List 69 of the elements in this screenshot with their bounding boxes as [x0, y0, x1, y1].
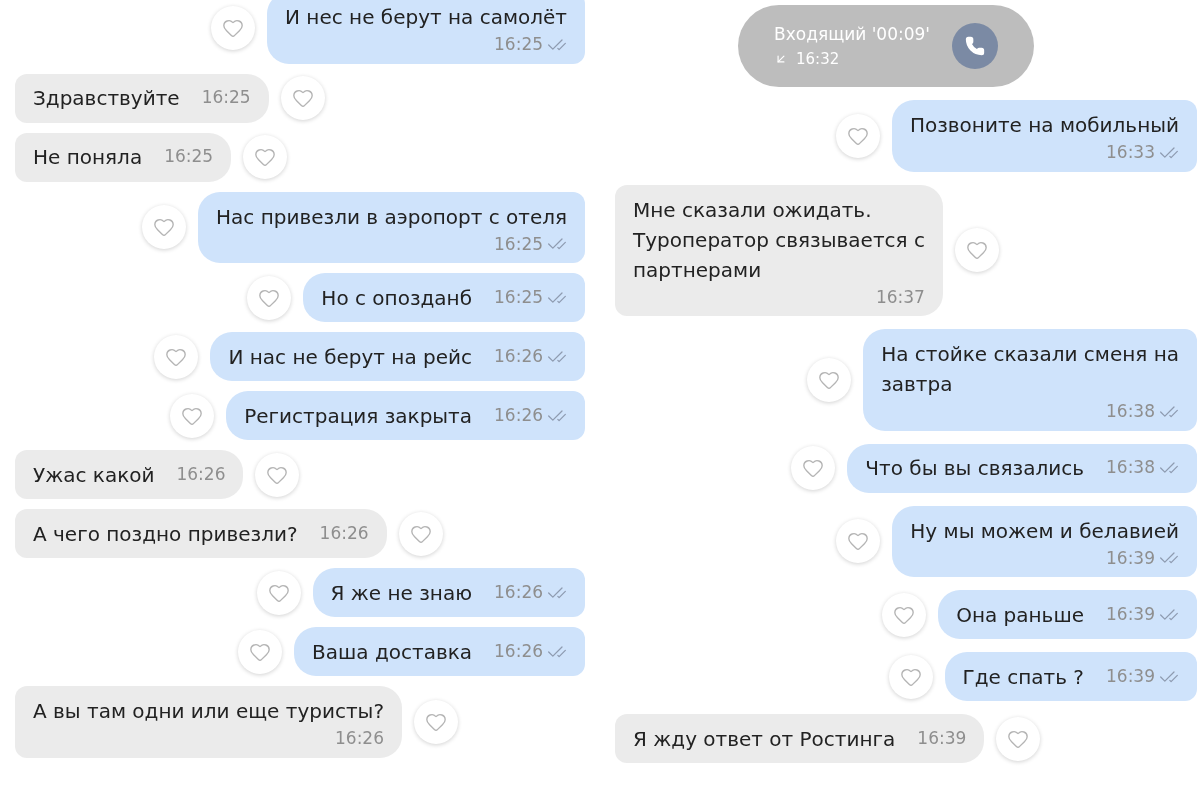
like-button[interactable] [836, 519, 881, 564]
like-button[interactable] [791, 446, 836, 490]
message-text: Мне сказали ожидать. Туроператор связывается с партнерами [633, 196, 925, 284]
message-text: Нас привезли в аэропорт с отеля [216, 203, 568, 231]
call-time: 16:32 [796, 48, 840, 70]
message-time: 16:25 [494, 33, 544, 56]
like-button[interactable] [882, 592, 927, 637]
heart-icon [291, 87, 314, 109]
like-button[interactable] [238, 629, 283, 674]
like-button[interactable] [211, 5, 256, 50]
message-time: 16:39 [1106, 546, 1155, 570]
like-button[interactable] [154, 334, 199, 379]
message-text: Я жду ответ от Ростинга [633, 725, 896, 753]
message-text: Я же не знаю [330, 579, 473, 607]
like-button[interactable] [835, 113, 880, 158]
message-text: На стойке сказали сменя на завтра [881, 341, 1179, 398]
message-time: 16:25 [494, 285, 544, 309]
heart-icon [965, 239, 988, 262]
heart-icon [802, 457, 825, 479]
heart-icon [847, 530, 870, 553]
message-time: 16:26 [494, 639, 544, 663]
like-button[interactable] [142, 205, 187, 250]
like-button[interactable] [954, 228, 999, 273]
message-text: Ваша доставка [312, 638, 473, 666]
like-button[interactable] [255, 452, 300, 497]
like-button[interactable] [888, 654, 933, 699]
like-button[interactable] [280, 76, 325, 120]
message-time: 16:38 [1106, 456, 1155, 480]
message-time: 16:26 [494, 580, 544, 604]
message-time: 16:25 [494, 232, 544, 256]
message-text: А чего поздно привезли? [33, 520, 298, 548]
message-time: 16:39 [917, 726, 967, 750]
like-button[interactable] [256, 570, 301, 615]
message-text: Ну мы можем и белавией [910, 517, 1179, 545]
message-text: Ужас какой [33, 461, 155, 489]
message-time: 16:26 [494, 344, 544, 368]
message-text: Она раньше [956, 601, 1084, 629]
call-label: Входящий '00:09' [774, 23, 930, 46]
message-text: Что бы вы связались [865, 455, 1084, 482]
like-button[interactable] [807, 357, 852, 402]
message-time: 16:26 [494, 403, 544, 427]
like-button[interactable] [414, 699, 458, 744]
phone-icon [952, 23, 998, 69]
message-time: 16:25 [164, 145, 214, 169]
message-text: Регистрация закрыта [244, 402, 473, 430]
message-text: Позвоните на мобильный [909, 112, 1179, 139]
message-text: И нас не берут на рейс [228, 343, 473, 371]
like-button[interactable] [398, 511, 443, 556]
message-text: Здравствуйте [33, 85, 180, 112]
heart-icon [254, 146, 277, 168]
message-time: 16:26 [319, 521, 369, 545]
like-button[interactable] [243, 135, 288, 179]
message-time: 16:39 [1106, 602, 1155, 626]
message-text: И нес не берут на самолёт [285, 4, 568, 31]
message-time: 16:37 [875, 285, 925, 309]
like-button[interactable] [996, 716, 1041, 761]
message-time: 16:26 [176, 462, 226, 486]
message-time: 16:26 [335, 727, 384, 750]
message-text: Но с опозданб [321, 284, 473, 312]
message-time: 16:33 [1106, 141, 1155, 164]
like-button[interactable] [247, 275, 292, 320]
message-time: 16:25 [201, 86, 251, 110]
message-text: Где спать ? [962, 663, 1084, 691]
message-text: А вы там одни или еще туристы? [33, 698, 384, 725]
message-time: 16:38 [1106, 400, 1155, 423]
heart-icon [153, 216, 176, 239]
like-button[interactable] [170, 393, 215, 438]
message-text: Не поняла [33, 144, 143, 171]
message-time: 16:39 [1106, 664, 1155, 688]
